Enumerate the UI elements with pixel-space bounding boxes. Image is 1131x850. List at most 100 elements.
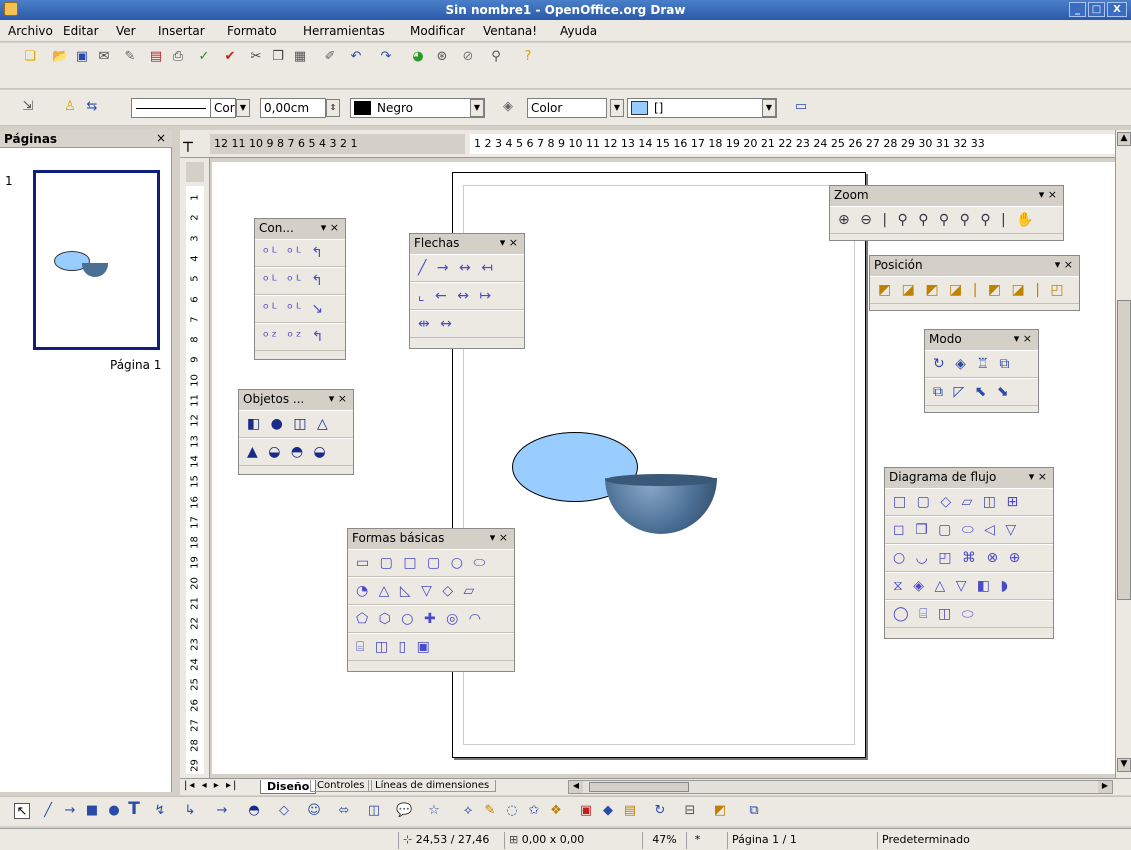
rotate-tool-icon[interactable]: ↻ <box>652 803 668 819</box>
connector-row-3[interactable]: ᵒᴸ ᵒᴸ ↘ <box>255 295 345 323</box>
objects3d-close-icon[interactable]: ▾ × <box>329 392 347 405</box>
chart-icon[interactable]: ◕ <box>410 49 426 65</box>
text-tool-icon[interactable]: T <box>126 801 142 818</box>
print-icon[interactable]: ⎙ <box>170 49 186 65</box>
symbol-shapes-tool-icon[interactable]: ☺ <box>306 803 322 819</box>
horizontal-scroll-thumb[interactable] <box>589 782 689 792</box>
panel-splitter[interactable] <box>173 130 180 792</box>
toggle-extrusion-icon[interactable]: ⧉ <box>746 803 762 819</box>
export-pdf-icon[interactable]: ▤ <box>148 49 164 65</box>
area-style-field[interactable]: Color <box>527 98 607 118</box>
format-paintbrush-icon[interactable]: ✐ <box>322 49 338 65</box>
area-fill-dropdown[interactable]: ▼ <box>762 99 776 117</box>
scroll-down-icon[interactable]: ▼ <box>1117 758 1131 772</box>
ellipse-tool-icon[interactable]: ● <box>106 803 122 819</box>
connector-row-2[interactable]: ᵒᴸ ᵒᴸ ↰ <box>255 267 345 295</box>
maximize-button[interactable]: □ <box>1088 2 1105 17</box>
flowchart-row-1[interactable]: □ ▢ ◇ ▱ ◫ ⊞ <box>885 488 1053 516</box>
gallery-icon[interactable]: ⊘ <box>460 49 476 65</box>
arrows-row-3[interactable]: ⇹ ↔ <box>410 310 524 338</box>
menu-herramientas[interactable]: Herramientas <box>303 24 385 38</box>
arrows-close-icon[interactable]: ▾ × <box>500 236 518 249</box>
basic-shapes-row-1[interactable]: ▭ ▢ □ ▢ ○ ⬭ <box>348 549 514 577</box>
email-icon[interactable]: ✉ <box>96 49 112 65</box>
minimize-button[interactable]: _ <box>1069 2 1086 17</box>
open-folder-icon[interactable]: 📂 <box>52 49 68 65</box>
connector-tool-icon[interactable]: ↳ <box>182 803 198 819</box>
objects3d-row-2[interactable]: ▲ ◒ ◓ ◒ <box>239 438 353 466</box>
page-thumbnail[interactable] <box>33 170 160 350</box>
arrow-style-icon[interactable]: ⇆ <box>84 99 100 115</box>
help-icon[interactable]: ? <box>520 49 536 65</box>
arrows-row-1[interactable]: ╱ → ↔ ↤ <box>410 254 524 282</box>
edit-file-icon[interactable]: ✎ <box>122 49 138 65</box>
callouts-tool-icon[interactable]: 💬 <box>396 803 412 819</box>
arrows-row-2[interactable]: ⌞ ← ↔ ↦ <box>410 282 524 310</box>
flowchart-row-4[interactable]: ⧖ ◈ △ ▽ ◧ ◗ <box>885 572 1053 600</box>
area-fill-icon[interactable]: ◈ <box>500 99 516 115</box>
autospellcheck-icon[interactable]: ✔ <box>222 49 238 65</box>
menu-ayuda[interactable]: Ayuda <box>560 24 597 38</box>
basic-shapes-close-icon[interactable]: ▾ × <box>490 531 508 544</box>
scroll-up-icon[interactable]: ▲ <box>1117 132 1131 146</box>
mode-toolbar-header[interactable]: Modo ▾ × <box>925 330 1038 350</box>
mode-row-1[interactable]: ↻ ◈ ♖ ⧉ <box>925 350 1038 378</box>
stars-tool-icon[interactable]: ☆ <box>426 803 442 819</box>
connectors-close-icon[interactable]: ▾ × <box>321 221 339 234</box>
tab-diseno[interactable]: Diseño <box>260 780 317 794</box>
area-fill-field[interactable]: [] <box>627 98 777 118</box>
graphic-tool-icon[interactable]: ◆ <box>600 803 616 819</box>
basic-shapes-row-2[interactable]: ◔ △ ◺ ▽ ◇ ▱ <box>348 577 514 605</box>
new-document-icon[interactable]: ❏ <box>22 49 38 65</box>
mode-close-icon[interactable]: ▾ × <box>1014 332 1032 345</box>
cut-icon[interactable]: ✂ <box>248 49 264 65</box>
menu-archivo[interactable]: Archivo <box>8 24 53 38</box>
position-close-icon[interactable]: ▾ × <box>1055 258 1073 271</box>
image-tool-icon[interactable]: ▤ <box>622 803 638 819</box>
objects3d-row-1[interactable]: ◧ ● ◫ △ <box>239 410 353 438</box>
vertical-scroll-thumb[interactable] <box>1117 300 1131 600</box>
zoom-close-icon[interactable]: ▾ × <box>1039 188 1057 201</box>
fontwork-tool-icon[interactable]: ◌ <box>504 803 520 819</box>
spellcheck-icon[interactable]: ✓ <box>196 49 212 65</box>
rectangle-tool-icon[interactable]: ■ <box>84 803 100 819</box>
ruler-corner-icon[interactable]: ┬ <box>183 133 203 155</box>
basic-shapes-tool-icon[interactable]: ◇ <box>276 803 292 819</box>
lines-arrows-tool-icon[interactable]: → <box>214 803 230 819</box>
shadow-icon[interactable]: ▭ <box>793 99 809 115</box>
line-style-dropdown[interactable]: ▼ <box>236 99 250 117</box>
status-zoom[interactable]: 47% <box>642 832 686 849</box>
zoom-toolbar-header[interactable]: Zoom ▾ × <box>830 186 1063 206</box>
from-file-tool-icon[interactable]: ✩ <box>526 803 542 819</box>
vertical-scrollbar[interactable]: ▲ ▼ <box>1115 130 1131 778</box>
styles-icon[interactable]: ⇲ <box>20 99 36 115</box>
horizontal-scrollbar[interactable]: ◀ ▶ <box>568 780 1113 794</box>
glue-points-tool-icon[interactable]: ✎ <box>482 803 498 819</box>
flowchart-row-5[interactable]: ◯ ⌸ ◫ ⬭ <box>885 600 1053 628</box>
menu-ventana[interactable]: Ventana! <box>483 24 537 38</box>
menu-editar[interactable]: Editar <box>63 24 99 38</box>
scroll-right-icon[interactable]: ▶ <box>1098 781 1112 793</box>
flowchart-toolbar-header[interactable]: Diagrama de flujo ▾ × <box>885 468 1053 488</box>
paste-icon[interactable]: ▦ <box>292 49 308 65</box>
line-style-field[interactable] <box>131 98 211 118</box>
position-row[interactable]: ◩ ◪ ◩ ◪ | ◩ ◪ | ◰ <box>870 276 1079 304</box>
gallery-tool-icon[interactable]: ❖ <box>548 803 564 819</box>
flowchart-close-icon[interactable]: ▾ × <box>1029 470 1047 483</box>
connectors-toolbar-header[interactable]: Con... ▾ × <box>255 219 345 239</box>
line-color-dropdown[interactable]: ▼ <box>470 99 484 117</box>
arrows-toolbar-header[interactable]: Flechas ▾ × <box>410 234 524 254</box>
basic-shapes-row-4[interactable]: ⌸ ◫ ▯ ▣ <box>348 633 514 661</box>
line-icon[interactable]: ♙ <box>62 99 78 115</box>
block-arrows-tool-icon[interactable]: ⬄ <box>336 803 352 819</box>
pages-panel-close-icon[interactable]: × <box>156 131 166 145</box>
tab-lineas-dimensiones[interactable]: Líneas de dimensiones <box>368 780 497 792</box>
menu-formato[interactable]: Formato <box>227 24 277 38</box>
line-tool-icon[interactable]: ╱ <box>40 803 56 819</box>
arrange-tool-icon[interactable]: ◩ <box>712 803 728 819</box>
line-color-field[interactable]: Negro <box>350 98 485 118</box>
select-tool-icon[interactable]: ↖ <box>14 803 30 819</box>
flowchart-row-2[interactable]: ◻ ❐ ▢ ⬭ ◁ ▽ <box>885 516 1053 544</box>
curve-tool-icon[interactable]: ↯ <box>152 803 168 819</box>
objects3d-toolbar-header[interactable]: Objetos ... ▾ × <box>239 390 353 410</box>
